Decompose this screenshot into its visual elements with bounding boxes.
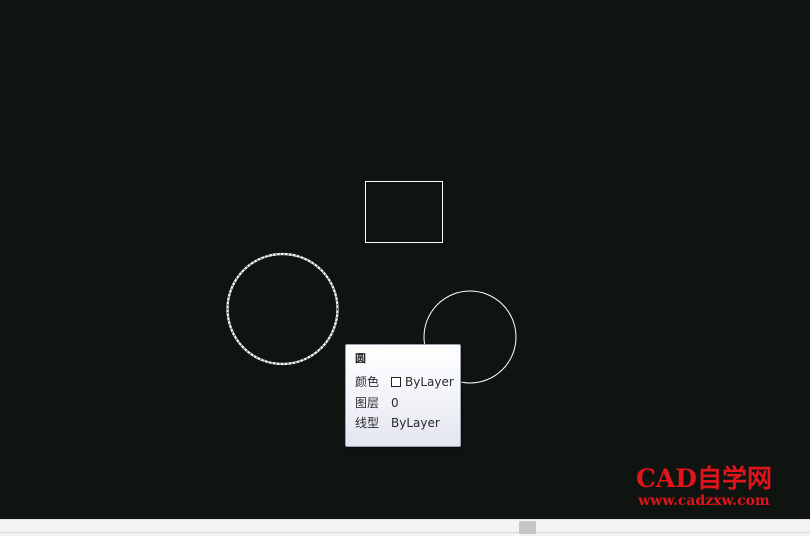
tooltip-row-linetype: 线型 ByLayer xyxy=(355,413,460,434)
tooltip-value-text: ByLayer xyxy=(405,375,454,390)
watermark: CAD自学网 www.cadzxw.com xyxy=(636,464,772,510)
horizontal-scrollbar[interactable] xyxy=(0,519,810,536)
scrollbar-track xyxy=(0,532,810,533)
watermark-url: www.cadzxw.com xyxy=(638,493,770,509)
watermark-title: CAD自学网 xyxy=(636,464,772,493)
color-swatch-icon xyxy=(391,377,401,388)
tooltip-value: ByLayer xyxy=(391,372,454,392)
tooltip-row-color: 颜色 ByLayer xyxy=(355,372,460,393)
drawing-viewport[interactable]: 圆 颜色 ByLayer 图层 0 线型 ByLayer CAD自学网 www.… xyxy=(0,0,810,519)
object-tooltip: 圆 颜色 ByLayer 图层 0 线型 ByLayer xyxy=(345,344,461,447)
tooltip-title: 圆 xyxy=(355,352,366,365)
highlighted-circle-entity[interactable] xyxy=(226,252,339,366)
rectangle-entity[interactable] xyxy=(365,181,443,243)
tooltip-label: 图层 xyxy=(355,395,380,410)
tooltip-row-layer: 图层 0 xyxy=(355,393,460,414)
tooltip-label: 线型 xyxy=(355,416,380,431)
tooltip-value-text: ByLayer xyxy=(391,416,440,431)
tooltip-value-text: 0 xyxy=(391,395,399,410)
tooltip-label: 颜色 xyxy=(355,375,380,390)
scrollbar-thumb[interactable] xyxy=(519,521,536,534)
